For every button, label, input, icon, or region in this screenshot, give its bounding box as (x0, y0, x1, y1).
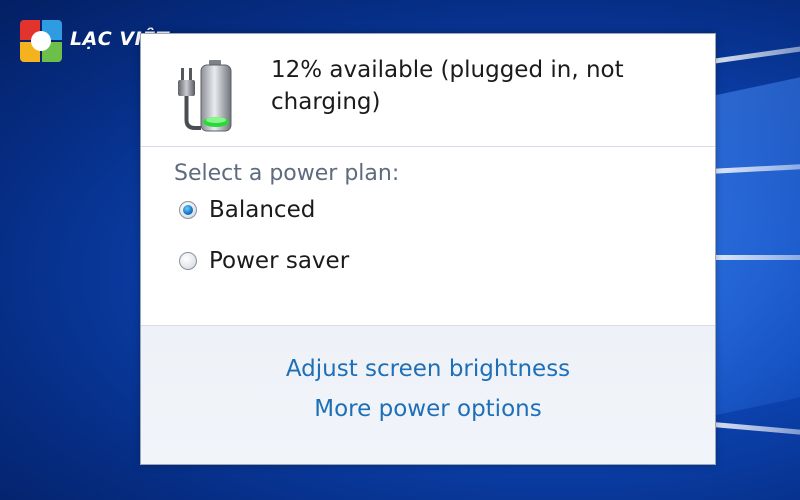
more-power-options-link[interactable]: More power options (141, 396, 715, 422)
battery-status-line: charging) (271, 89, 381, 115)
power-plan-section: Select a power plan: Balanced Power save… (141, 147, 715, 325)
battery-flyout: 12% available (plugged in, not charging)… (141, 34, 715, 464)
battery-status-line: 12% available (plugged in, not (271, 57, 624, 83)
battery-status-text: 12% available (plugged in, not charging) (271, 54, 691, 118)
plan-option-balanced[interactable]: Balanced (179, 193, 315, 227)
battery-status-section: 12% available (plugged in, not charging) (141, 34, 715, 147)
plan-option-label: Balanced (209, 197, 316, 223)
radio-button-selected[interactable] (179, 201, 197, 219)
plan-option-label: Power saver (209, 248, 350, 274)
radio-button[interactable] (179, 252, 197, 270)
radio-selected-dot (183, 205, 193, 215)
battery-plugged-icon (178, 60, 232, 132)
plan-option-power-saver[interactable]: Power saver (179, 244, 349, 278)
flyout-links-section: Adjust screen brightness More power opti… (141, 325, 715, 464)
brand-logo-icon (20, 20, 66, 64)
power-plan-heading: Select a power plan: (174, 161, 400, 186)
adjust-brightness-link[interactable]: Adjust screen brightness (141, 356, 715, 382)
